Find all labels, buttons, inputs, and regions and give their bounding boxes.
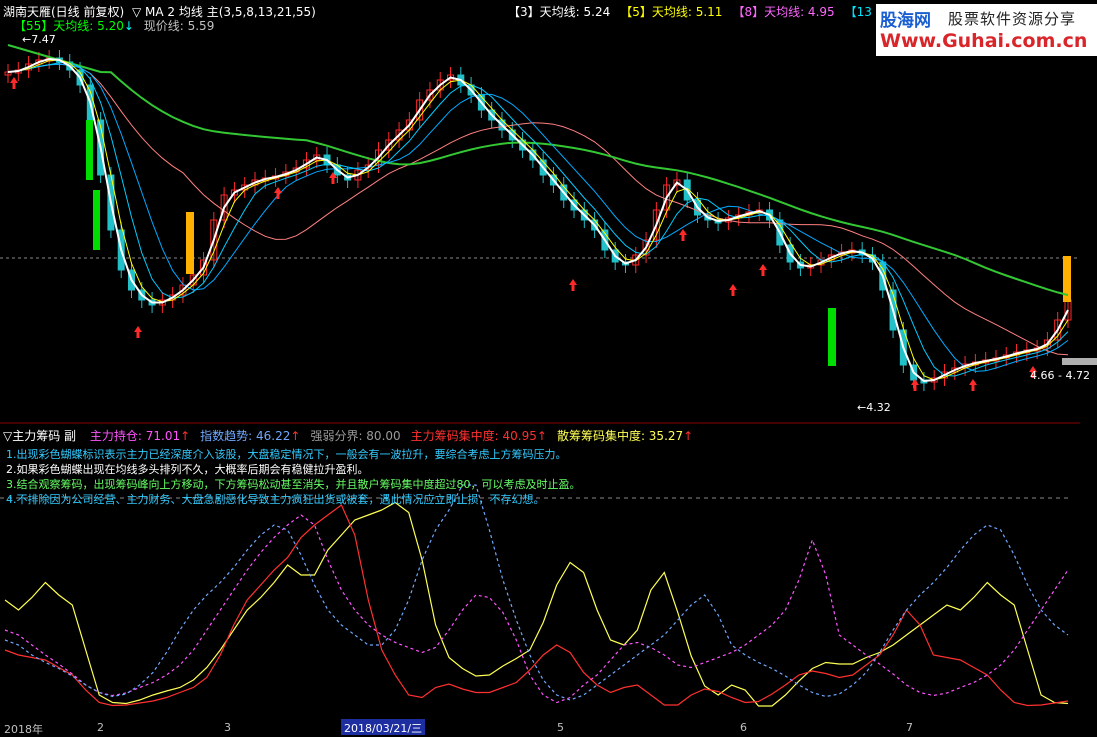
ma5-line (7, 59, 1069, 381)
signal-candle (86, 120, 93, 180)
selected-date[interactable]: 2018/03/21/三 (341, 719, 426, 735)
tip-line: 1.出现彩色蝴蝶标识表示主力已经深度介入该股，大盘稳定情况下，一般会有一波拉升，… (6, 448, 567, 461)
buy-arrow-icon (134, 326, 142, 338)
ma55-legend: 【55】天均线: 5.20↓ 现价线: 5.59 (14, 17, 214, 34)
tip-line: 3.结合观察筹码，出现筹码峰向上方移动，下方筹码松动甚至消失，并且散户筹码集中度… (6, 478, 581, 491)
metric-arrow-icon: ↑ (180, 429, 191, 443)
signal-candle (93, 190, 100, 250)
sub-chart-metric: 指数趋势: 46.22↑ (200, 429, 301, 443)
date-label: 2018年 (4, 723, 43, 736)
sub-chart-metric: 主力持仓: 71.01↑ (89, 429, 191, 443)
sub-chart-metric: 散筹筹码集中度: 35.27↑ (556, 429, 694, 443)
ma3-line (7, 57, 1069, 383)
tip-line: 2.如果彩色蝴蝶出现在均线多头排列不久，大概率后期会有稳健拉升盈利。 (6, 463, 369, 476)
trend-line (4, 484, 1069, 701)
metric-arrow-icon: ↑ (536, 429, 547, 443)
current-price-label: 现价线: 5.59 (143, 19, 215, 33)
sub-chart-header: ▽主力筹码 副 主力持仓: 71.01↑ 指数趋势: 46.22↑ 强弱分界: 80… (3, 427, 693, 444)
buy-arrow-icon (10, 77, 18, 89)
buy-arrow-icon (274, 187, 282, 199)
ma-legend-item: 【13 (844, 5, 872, 19)
date-axis[interactable]: 2018年 2 3 2018/03/21/三 5 6 7 (0, 719, 1080, 736)
metric-arrow-icon: ↑ (683, 429, 694, 443)
ma55-label: 【55】天均线: 5.20 (14, 19, 124, 33)
buy-arrow-icon (569, 279, 577, 291)
range-annotation: 4.66 - 4.72 (1030, 369, 1090, 382)
buy-arrow-icon (759, 264, 767, 276)
low-price-annotation: ←4.32 (857, 401, 891, 414)
buy-arrow-icon (969, 379, 977, 391)
ma55-arrow: ↓ (123, 19, 134, 33)
ma13-line (7, 63, 1069, 372)
metric-arrow-icon: ↑ (290, 429, 301, 443)
sub-chart-metric: 强弱分界: 80.00 (310, 429, 401, 443)
date-label: 2 (97, 721, 104, 734)
ma8-line (7, 62, 1069, 377)
date-label: 6 (740, 721, 747, 734)
logo-slogan: 股票软件资源分享 (948, 10, 1077, 28)
ma-legend-item: 【8】天均线: 4.95 (732, 5, 835, 19)
ma-legend-item: 【3】天均线: 5.24 (508, 5, 611, 19)
price-marker (1062, 358, 1097, 365)
ma-legend: 【3】天均线: 5.24 【5】天均线: 5.11 【8】天均线: 4.95 【13 (508, 3, 882, 20)
ma-legend-item: 【5】天均线: 5.11 (620, 5, 723, 19)
sub-chart-metrics: 主力持仓: 71.01↑ 指数趋势: 46.22↑ 强弱分界: 80.00 主力筹码集… (80, 429, 693, 443)
chip-retail-line (4, 501, 1069, 707)
buy-arrow-icon (679, 229, 687, 241)
buy-arrow-icon (729, 284, 737, 296)
ma21-line (7, 63, 1069, 356)
logo-url: Www.Guhai.com.cn (880, 30, 1088, 52)
logo-brand: 股海网 (880, 11, 931, 31)
site-logo[interactable]: 股海网 股票软件资源分享 Www.Guhai.com.cn (876, 4, 1097, 56)
chip-main-line (4, 504, 1069, 707)
holding-line (4, 514, 1069, 704)
high-price-annotation: ←7.47 (22, 33, 56, 46)
buy-arrow-icon (911, 379, 919, 391)
date-label: 7 (906, 721, 913, 734)
tip-line: 4.不排除因为公司经营、主力财务、大盘急剧恶化导致主力疯狂出货或被套，遇此情况应… (6, 493, 545, 506)
chart-canvas[interactable] (0, 0, 1097, 736)
sub-chart-title: ▽主力筹码 副 (3, 429, 77, 443)
signal-candle (186, 212, 194, 274)
sub-chart-metric: 主力筹码集中度: 40.95↑ (410, 429, 547, 443)
signal-candle (828, 308, 836, 366)
date-label: 3 (224, 721, 231, 734)
date-label: 5 (557, 721, 564, 734)
